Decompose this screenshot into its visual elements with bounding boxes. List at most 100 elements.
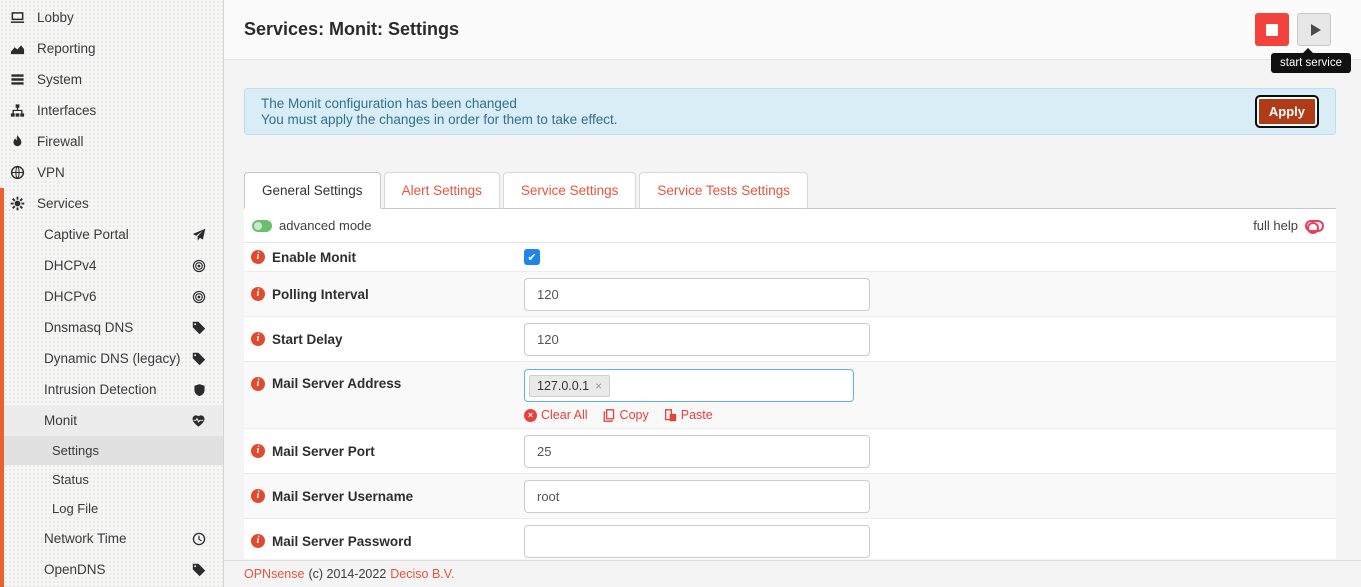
sidebar-item-system[interactable]: System <box>0 64 223 95</box>
mail-server-address-token-input[interactable]: 127.0.0.1 × <box>524 369 854 402</box>
clear-all-icon: × <box>524 408 537 422</box>
tab-service-settings[interactable]: Service Settings <box>502 172 637 209</box>
sidebar-item-label: Captive Portal <box>44 227 129 242</box>
sidebar-item-status[interactable]: Status <box>4 465 223 494</box>
sitemap-icon <box>10 103 27 118</box>
mail-server-password-input[interactable] <box>524 524 870 558</box>
start-service-button[interactable] <box>1297 13 1331 46</box>
main-content: The Monit configuration has been changed… <box>224 60 1361 560</box>
opnsense-link[interactable]: OPNsense <box>244 567 304 581</box>
field-label: i Mail Server Password <box>251 534 524 549</box>
field-control <box>524 524 1336 558</box>
tab-label: General Settings <box>262 183 363 198</box>
polling-interval-input[interactable] <box>524 277 870 311</box>
sidebar-item-captive-portal[interactable]: Captive Portal <box>4 219 223 250</box>
link-label: Paste <box>680 408 713 422</box>
sidebar-item-opendns[interactable]: OpenDNS <box>4 554 223 585</box>
sidebar-item-vpn[interactable]: VPN <box>0 157 223 188</box>
stop-service-button[interactable] <box>1255 13 1289 46</box>
config-changed-banner: The Monit configuration has been changed… <box>244 88 1336 135</box>
field-label-text: Enable Monit <box>272 249 356 265</box>
info-icon[interactable]: i <box>251 376 265 391</box>
info-icon[interactable]: i <box>251 250 265 264</box>
tab-label: Alert Settings <box>401 183 482 198</box>
tab-general-settings[interactable]: General Settings <box>244 172 381 209</box>
start-delay-input[interactable] <box>524 322 870 356</box>
sidebar-item-monit[interactable]: Monit <box>4 405 223 436</box>
tag-icon <box>192 321 206 335</box>
sidebar-item-label: Lobby <box>37 10 74 25</box>
link-label: Copy <box>619 408 649 422</box>
sidebar-item-network-time[interactable]: Network Time <box>4 523 223 554</box>
form-row-mail-server-port: i Mail Server Port <box>244 429 1336 474</box>
paper-plane-icon <box>192 228 206 242</box>
copy-icon <box>603 408 616 422</box>
tab-label: Service Settings <box>520 183 619 198</box>
info-icon[interactable]: i <box>251 287 265 301</box>
sidebar-item-dhcpv4[interactable]: DHCPv4 <box>4 250 223 281</box>
page-header: Services: Monit: Settings start service <box>224 0 1361 73</box>
form-row-polling-interval: i Polling Interval <box>244 272 1336 317</box>
sidebar-item-dynamic-dns-legacy[interactable]: Dynamic DNS (legacy) <box>4 343 223 374</box>
sidebar-item-label: System <box>37 72 83 87</box>
shield-icon <box>193 383 206 397</box>
field-control <box>524 322 1336 356</box>
tab-service-tests-settings[interactable]: Service Tests Settings <box>639 172 808 209</box>
field-label: i Enable Monit <box>251 250 524 265</box>
advanced-mode-toggle-icon[interactable] <box>252 219 272 232</box>
sidebar-item-label: Monit <box>44 413 78 428</box>
page-title: Services: Monit: Settings <box>244 19 460 39</box>
page-footer: OPNsense (c) 2014-2022 Deciso B.V. <box>224 560 1361 587</box>
full-help-toggle-icon[interactable] <box>1305 219 1324 234</box>
sidebar-item-intrusion-detection[interactable]: Intrusion Detection <box>4 374 223 405</box>
sidebar-item-reporting[interactable]: Reporting <box>0 33 223 64</box>
mail-server-port-input[interactable] <box>524 434 870 468</box>
field-control <box>524 479 1336 513</box>
sidebar-item-label: Settings <box>52 443 99 458</box>
clear-all-link[interactable]: × Clear All <box>524 408 588 422</box>
general-settings-panel: advanced mode full help i Enable Monit ✔ i P… <box>244 208 1336 559</box>
banner-line-1: The Monit configuration has been changed <box>261 95 517 111</box>
sidebar-item-interfaces[interactable]: Interfaces <box>0 95 223 126</box>
paste-link[interactable]: Paste <box>664 408 713 422</box>
tab-alert-settings[interactable]: Alert Settings <box>383 172 500 209</box>
bullseye-icon <box>192 259 206 273</box>
field-control <box>524 434 1336 468</box>
banner-line-2: You must apply the changes in order for … <box>261 111 618 127</box>
tag-icon <box>192 352 206 366</box>
sidebar-item-label: Services <box>37 196 89 211</box>
full-help-label: full help <box>1253 218 1298 233</box>
sidebar-item-firewall[interactable]: Firewall <box>0 126 223 157</box>
enable-monit-checkbox[interactable]: ✔ <box>524 249 540 265</box>
mail-server-username-input[interactable] <box>524 479 870 513</box>
laptop-icon <box>10 10 27 25</box>
sidebar-item-settings[interactable]: Settings <box>4 436 223 465</box>
sidebar-item-label: Interfaces <box>37 103 97 118</box>
link-label: Clear All <box>541 408 588 422</box>
remove-token-icon[interactable]: × <box>595 380 602 392</box>
field-label: i Mail Server Port <box>251 444 524 459</box>
sidebar-item-label: Dynamic DNS (legacy) <box>44 351 181 366</box>
sidebar-item-dnsmasq-dns[interactable]: Dnsmasq DNS <box>4 312 223 343</box>
play-icon <box>1310 23 1321 36</box>
info-icon[interactable]: i <box>251 444 265 458</box>
info-icon[interactable]: i <box>251 489 265 503</box>
copyright-text: (c) 2014-2022 <box>308 567 387 581</box>
sidebar-item-label: Firewall <box>37 134 84 149</box>
info-icon[interactable]: i <box>251 332 265 346</box>
sidebar-item-services[interactable]: Services <box>4 188 223 219</box>
sidebar-item-dhcpv6[interactable]: DHCPv6 <box>4 281 223 312</box>
sidebar-item-lobby[interactable]: Lobby <box>0 2 223 33</box>
advanced-mode-label: advanced mode <box>279 218 372 233</box>
apply-button[interactable]: Apply <box>1254 95 1319 128</box>
heartbeat-icon <box>191 414 206 428</box>
gear-icon <box>10 196 27 211</box>
token-chip: 127.0.0.1 × <box>529 374 611 397</box>
deciso-link[interactable]: Deciso B.V. <box>390 567 454 581</box>
sidebar-item-log-file[interactable]: Log File <box>4 494 223 523</box>
info-icon[interactable]: i <box>251 534 265 548</box>
fire-icon <box>10 134 27 149</box>
copy-link[interactable]: Copy <box>603 408 649 422</box>
field-label-text: Mail Server Port <box>272 443 375 459</box>
sidebar-main-menu: Lobby Reporting System Interfaces Firewall VP… <box>0 2 223 188</box>
